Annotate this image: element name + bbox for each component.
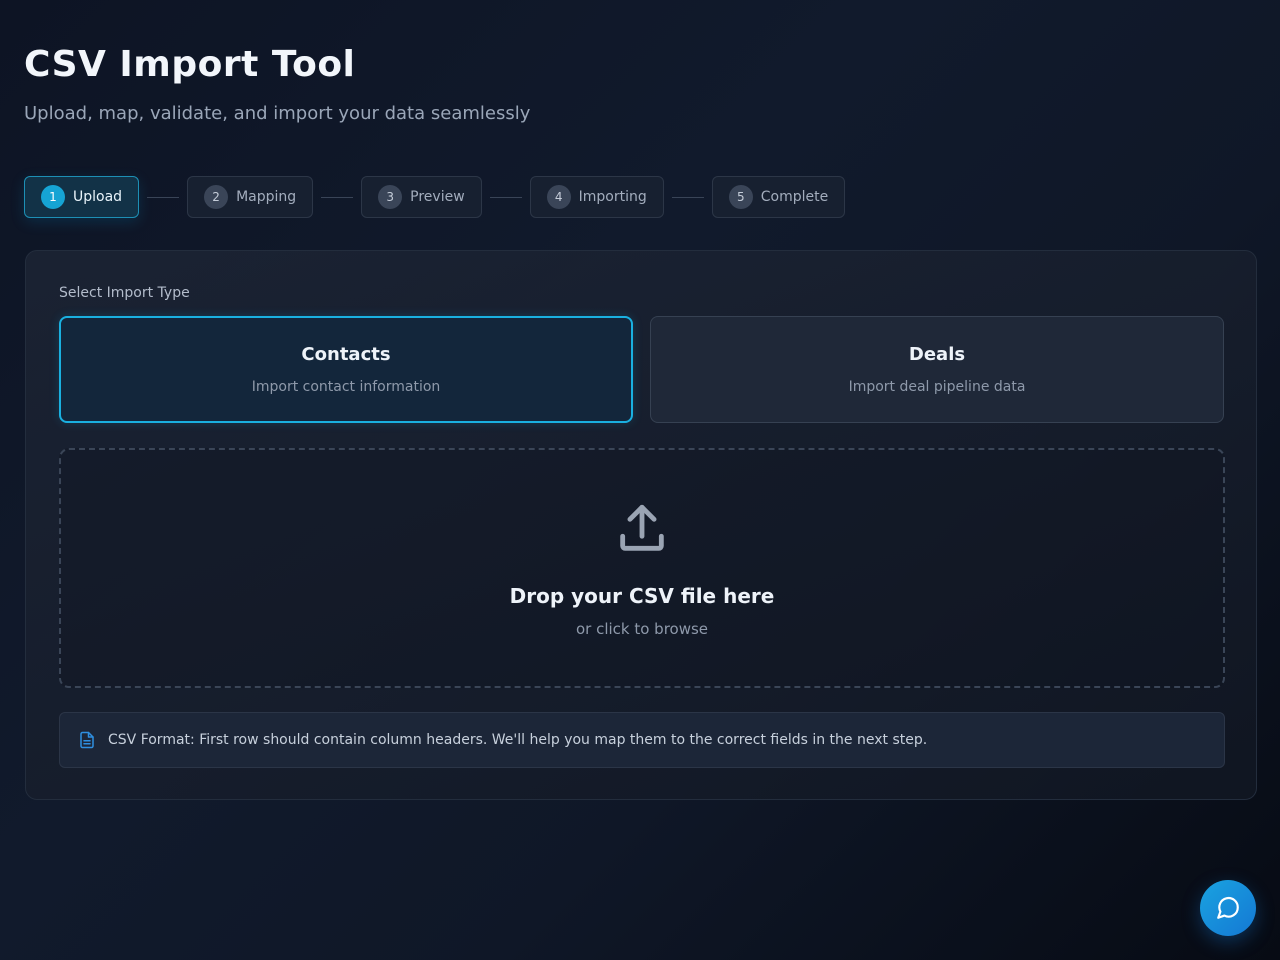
chat-button[interactable]: [1200, 880, 1256, 936]
step-label: Mapping: [236, 189, 297, 205]
csv-format-info: CSV Format: First row should contain col…: [59, 712, 1225, 768]
card-title: Deals: [908, 344, 966, 365]
card-title: Contacts: [301, 344, 391, 365]
step-connector: [489, 196, 522, 198]
card-description: Import contact information: [251, 379, 441, 395]
upload-panel: Select Import Type Contacts Import conta…: [25, 250, 1257, 800]
page-title: CSV Import Tool: [24, 44, 356, 85]
step-number: 5: [728, 185, 753, 209]
step-number: 3: [378, 185, 403, 209]
step-number: 2: [204, 185, 229, 209]
step-connector: [147, 196, 180, 198]
import-type-label: Select Import Type: [59, 285, 190, 301]
step-connector: [321, 196, 354, 198]
import-type-contacts[interactable]: Contacts Import contact information: [59, 316, 633, 423]
upload-icon: [613, 500, 671, 562]
dropzone-subtitle: or click to browse: [575, 620, 709, 638]
step-upload[interactable]: 1 Upload: [24, 176, 140, 218]
step-label: Upload: [73, 189, 123, 205]
page-header: CSV Import Tool Upload, map, validate, a…: [24, 44, 530, 124]
page-subtitle: Upload, map, validate, and import your d…: [24, 103, 531, 124]
step-label: Preview: [410, 189, 465, 205]
csv-dropzone[interactable]: Drop your CSV file here or click to brow…: [59, 448, 1225, 688]
import-stepper: 1 Upload 2 Mapping 3 Preview 4 Importing…: [24, 176, 846, 218]
step-label: Complete: [760, 189, 829, 205]
dropzone-title: Drop your CSV file here: [509, 584, 775, 608]
step-preview[interactable]: 3 Preview: [361, 176, 482, 218]
step-importing[interactable]: 4 Importing: [529, 176, 664, 218]
step-number: 4: [546, 185, 571, 209]
step-complete[interactable]: 5 Complete: [711, 176, 846, 218]
step-label: Importing: [578, 189, 647, 205]
step-number: 1: [41, 185, 65, 209]
step-mapping[interactable]: 2 Mapping: [187, 176, 314, 218]
chat-bubble-icon: [1215, 895, 1241, 921]
info-text: CSV Format: First row should contain col…: [108, 732, 928, 748]
step-connector: [671, 196, 704, 198]
card-description: Import deal pipeline data: [848, 379, 1026, 395]
document-icon: [78, 730, 96, 750]
import-type-deals[interactable]: Deals Import deal pipeline data: [650, 316, 1224, 423]
